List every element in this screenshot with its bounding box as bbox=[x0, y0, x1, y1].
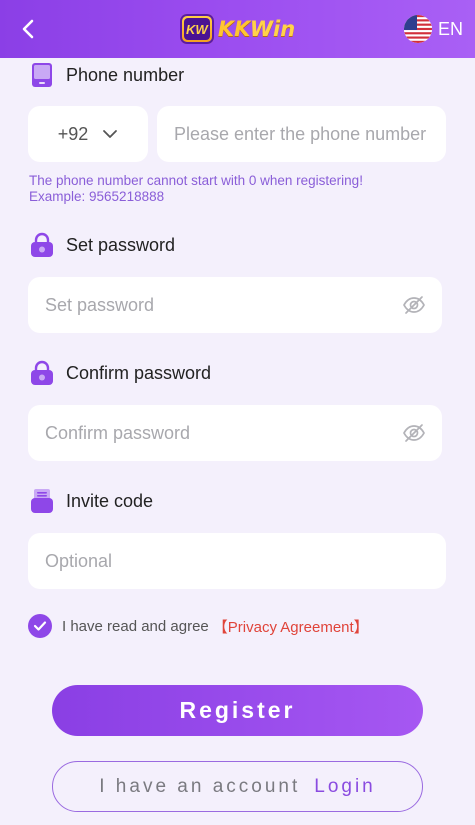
invite-code-input[interactable] bbox=[28, 550, 446, 572]
country-code-value: +92 bbox=[57, 123, 89, 144]
chevron-down-icon bbox=[103, 130, 118, 138]
confirm-password-label: Confirm password bbox=[30, 360, 211, 386]
privacy-agreement-link[interactable]: 【Privacy Agreement】 bbox=[213, 616, 369, 637]
confirm-password-input[interactable] bbox=[28, 422, 442, 444]
logo-kk: KK bbox=[217, 17, 250, 41]
back-button[interactable] bbox=[14, 14, 42, 44]
phone-field bbox=[157, 106, 446, 162]
set-password-field bbox=[28, 277, 442, 333]
lock-icon bbox=[31, 232, 53, 257]
have-account-text: I have an account bbox=[99, 775, 301, 797]
logo-wordmark: KKWin bbox=[218, 17, 295, 41]
invite-code-label-text: Invite code bbox=[66, 490, 154, 511]
invite-code-label: Invite code bbox=[30, 488, 153, 514]
checkmark-icon bbox=[33, 621, 47, 631]
lock-icon bbox=[31, 360, 53, 385]
login-button[interactable]: I have an account Login bbox=[52, 761, 423, 812]
set-password-input[interactable] bbox=[28, 294, 442, 316]
logo-badge-text: KW bbox=[183, 18, 210, 40]
logo-win: Win bbox=[249, 17, 296, 41]
country-code-select[interactable]: +92 bbox=[28, 106, 148, 162]
logo-badge: KW bbox=[179, 14, 214, 44]
login-link-text: Login bbox=[314, 775, 376, 797]
confirm-password-label-text: Confirm password bbox=[66, 362, 212, 383]
phone-hint-rule: The phone number cannot start with 0 whe… bbox=[29, 173, 363, 188]
phone-number-label: Phone number bbox=[30, 62, 184, 88]
agreement-checkbox[interactable] bbox=[28, 614, 52, 638]
top-bar: KW KKWin EN bbox=[0, 0, 475, 58]
invite-code-field bbox=[28, 533, 446, 589]
register-button[interactable]: Register bbox=[52, 685, 423, 736]
phone-icon bbox=[32, 63, 52, 87]
confirm-password-field bbox=[28, 405, 442, 461]
agreement-row: I have read and agree 【Privacy Agreement… bbox=[28, 614, 369, 638]
chevron-left-icon bbox=[22, 19, 34, 39]
us-flag-icon bbox=[403, 15, 432, 43]
set-password-label: Set password bbox=[30, 232, 175, 258]
phone-label-text: Phone number bbox=[66, 64, 185, 85]
phone-input[interactable] bbox=[157, 123, 446, 145]
eye-off-icon[interactable] bbox=[402, 421, 426, 445]
language-selector[interactable]: EN bbox=[403, 14, 463, 44]
set-password-label-text: Set password bbox=[66, 234, 176, 255]
eye-off-icon[interactable] bbox=[402, 293, 426, 317]
language-label: EN bbox=[437, 18, 463, 39]
phone-hint-example: Example: 9565218888 bbox=[29, 189, 165, 204]
invite-code-icon bbox=[31, 489, 53, 513]
agreement-text: I have read and agree bbox=[62, 617, 209, 635]
phone-hint: The phone number cannot start with 0 whe… bbox=[29, 173, 363, 205]
app-logo: KW KKWin bbox=[179, 14, 295, 44]
